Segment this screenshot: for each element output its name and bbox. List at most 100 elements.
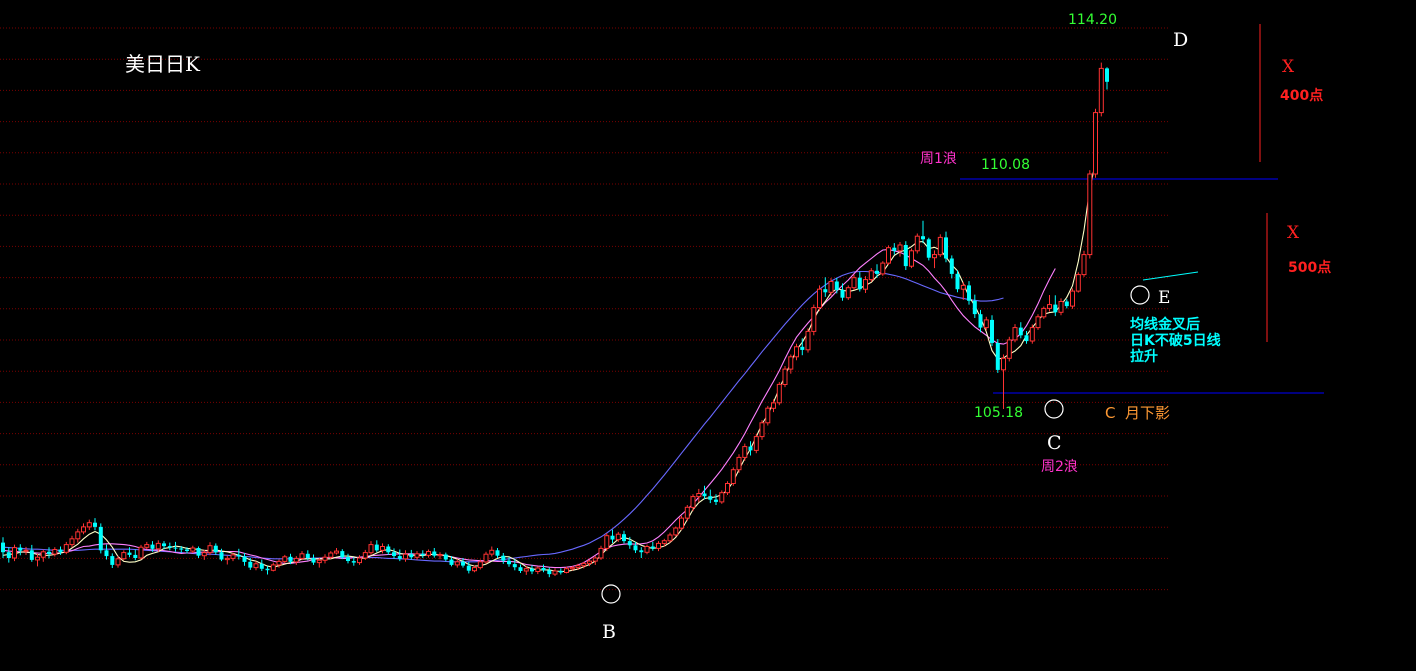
candle bbox=[937, 234, 943, 257]
candle-body bbox=[6, 552, 11, 558]
candle-body bbox=[1018, 327, 1023, 336]
candle-body bbox=[58, 549, 63, 553]
candle-body bbox=[817, 288, 822, 309]
candle bbox=[909, 248, 914, 269]
candle-body bbox=[426, 551, 431, 556]
candle-body bbox=[730, 469, 736, 485]
candle-body bbox=[23, 549, 29, 552]
candle-body bbox=[875, 270, 879, 274]
candle-body bbox=[489, 549, 495, 555]
candle-body bbox=[788, 356, 794, 370]
candle-body bbox=[1081, 254, 1087, 276]
candle-body bbox=[311, 558, 316, 563]
candle-body bbox=[340, 551, 345, 558]
candle bbox=[817, 285, 822, 312]
candle-body bbox=[719, 492, 725, 503]
candle bbox=[679, 515, 684, 531]
candle-body bbox=[587, 560, 592, 564]
candle-body bbox=[714, 499, 718, 502]
candle-body bbox=[656, 542, 661, 549]
candle bbox=[776, 382, 782, 406]
candle bbox=[903, 241, 908, 270]
candle-body bbox=[357, 557, 362, 564]
candle-body bbox=[753, 436, 759, 451]
candle-body bbox=[334, 550, 339, 554]
candle bbox=[1087, 170, 1093, 259]
candle-body bbox=[661, 540, 667, 544]
candle-body bbox=[242, 556, 247, 562]
candle-body bbox=[248, 561, 253, 568]
candle-body bbox=[86, 522, 92, 528]
candle-body bbox=[1075, 274, 1081, 292]
candle-body bbox=[230, 554, 236, 559]
candle-body bbox=[224, 557, 230, 561]
candle-body bbox=[748, 446, 753, 451]
candle-body bbox=[794, 346, 799, 358]
candle-body bbox=[914, 235, 920, 252]
candle-body bbox=[75, 531, 81, 540]
candle-body bbox=[501, 555, 506, 561]
candle-body bbox=[569, 567, 575, 570]
candle-body bbox=[420, 553, 425, 556]
candle-body bbox=[236, 554, 241, 557]
candle-body bbox=[167, 546, 172, 548]
candle-body bbox=[944, 237, 948, 259]
candle-body bbox=[179, 548, 184, 550]
candle-body bbox=[564, 568, 569, 574]
candle-body bbox=[121, 552, 127, 560]
candle-body bbox=[127, 552, 132, 555]
wave-label-week2: 周2浪 bbox=[1041, 459, 1078, 475]
candle-body bbox=[1105, 68, 1109, 82]
wave-label-week1: 周1浪 bbox=[920, 151, 957, 167]
candle-body bbox=[81, 526, 86, 533]
note-line-2: 日K不破5日线 bbox=[1130, 332, 1221, 349]
candle-body bbox=[639, 550, 644, 553]
candle-body bbox=[805, 330, 811, 351]
candle-body bbox=[673, 527, 679, 536]
candle bbox=[138, 544, 144, 560]
candle bbox=[990, 315, 994, 346]
candle bbox=[1093, 108, 1098, 178]
candle bbox=[914, 233, 920, 254]
point-label-d: D bbox=[1173, 29, 1188, 51]
candle bbox=[845, 285, 851, 300]
candle-body bbox=[759, 422, 765, 438]
candle-body bbox=[316, 559, 322, 564]
candle-body bbox=[800, 346, 805, 350]
candle-body bbox=[983, 319, 989, 329]
candle bbox=[765, 405, 771, 426]
candle-body bbox=[1058, 301, 1064, 313]
candle-body bbox=[598, 547, 604, 559]
candle-body bbox=[667, 534, 673, 542]
candle-body bbox=[270, 564, 276, 571]
candle-body bbox=[472, 567, 477, 572]
price-label-110: 110.08 bbox=[981, 157, 1030, 173]
candle-body bbox=[196, 548, 201, 556]
candle-body bbox=[403, 553, 408, 560]
candle-body bbox=[518, 567, 523, 571]
candle-body bbox=[1001, 357, 1006, 371]
candle bbox=[736, 454, 742, 473]
candle-body bbox=[547, 570, 552, 575]
candle-body bbox=[276, 560, 282, 566]
candle-body bbox=[29, 550, 34, 560]
candle-body bbox=[507, 560, 511, 565]
candle-body bbox=[967, 285, 971, 301]
candle-body bbox=[443, 554, 448, 560]
candle-body bbox=[144, 544, 150, 548]
candle-body bbox=[449, 559, 454, 565]
candle-body bbox=[972, 300, 977, 315]
candle-body bbox=[380, 546, 385, 551]
candle-body bbox=[650, 546, 655, 549]
candle-body bbox=[960, 284, 966, 290]
candle-body bbox=[213, 545, 218, 553]
candle-body bbox=[282, 556, 288, 562]
candle-body bbox=[1087, 173, 1093, 256]
candle-body bbox=[932, 254, 937, 259]
candle-body bbox=[265, 568, 270, 571]
candle-body bbox=[1047, 304, 1052, 309]
candle-body bbox=[926, 239, 931, 258]
candle-body bbox=[190, 547, 196, 552]
candle-body bbox=[495, 550, 500, 556]
candle-body bbox=[40, 551, 46, 558]
